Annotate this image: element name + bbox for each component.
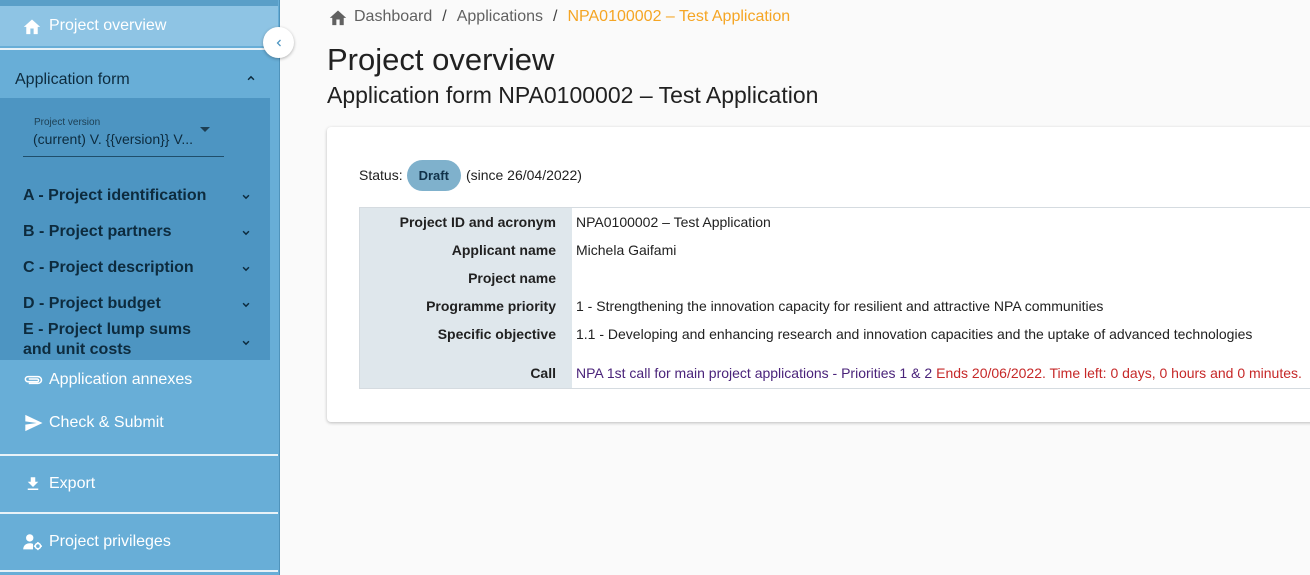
sidebar-item-label: Application form [15,71,130,88]
sidebar-item-check-submit[interactable]: Check & Submit [22,412,164,434]
applicant-value: Michela Gaifami [576,242,677,258]
sidebar-item-lump-sums[interactable]: E - Project lump sums and unit costs [23,320,263,360]
breadcrumb-separator: / [442,8,447,25]
chevron-down-icon [239,226,253,246]
sidebar-divider [0,48,278,50]
sidebar-item-label: Check & Submit [49,414,164,431]
send-icon [22,413,44,433]
sidebar-item-project-overview[interactable]: Project overview [0,6,278,46]
table-row: Project name [360,264,1310,292]
sidebar-item-project-budget[interactable]: D - Project budget [23,294,263,314]
priority-value: 1 - Strengthening the innovation capacit… [576,298,1104,314]
table-row: Call NPA 1st call for main project appli… [360,348,1310,388]
home-icon [22,16,44,36]
sidebar-item-project-identification[interactable]: A - Project identification [23,186,263,206]
page-title: Project overview [327,42,555,77]
call-label: Call [360,348,572,388]
call-link[interactable]: NPA 1st call for main project applicatio… [576,365,932,381]
sidebar-item-project-privileges[interactable]: Project privileges [22,531,171,553]
objective-label: Specific objective [360,320,572,348]
sidebar-item-label: D - Project budget [23,295,161,312]
applicant-label: Applicant name [360,236,572,264]
table-row: Specific objective 1.1 - Developing and … [360,320,1310,348]
chevron-down-icon [239,262,253,282]
user-settings-icon [22,532,44,552]
sidebar-item-project-partners[interactable]: B - Project partners [23,222,263,242]
table-row: Applicant name Michela Gaifami [360,236,1310,264]
sidebar-divider [0,512,278,514]
sidebar-item-application-form[interactable]: Application form [0,62,270,98]
sidebar: Project overview Application form Projec… [0,0,280,575]
sidebar-item-label: Project overview [49,17,167,34]
dropdown-arrow-icon [200,127,210,132]
breadcrumb-current: NPA0100002 – Test Application [567,8,791,25]
table-row: Programme priority 1 - Strengthening the… [360,292,1310,320]
project-version-value: (current) V. {{version}} V... [33,131,194,147]
sidebar-item-label: Project privileges [49,533,171,550]
download-icon [22,474,44,494]
breadcrumb: Dashboard / Applications / NPA0100002 – … [328,6,790,28]
chevron-up-icon [244,71,258,90]
sidebar-item-label: B - Project partners [23,223,172,240]
status-row: Status: Draft (since 26/04/2022) [359,159,582,191]
project-overview-card: Status: Draft (since 26/04/2022) Project… [327,127,1310,422]
status-badge: Draft [406,159,461,191]
paperclip-icon [22,370,44,390]
table-row: Project ID and acronym NPA0100002 – Test… [360,208,1310,236]
priority-label: Programme priority [360,292,572,320]
sidebar-item-label: Application annexes [49,371,193,388]
project-version-select[interactable]: Project version (current) V. {{version}}… [23,113,224,157]
sidebar-item-label: A - Project identification [23,187,207,204]
sidebar-item-label: E - Project lump sums and unit costs [23,321,192,358]
breadcrumb-applications[interactable]: Applications [457,8,543,26]
project-id-value: NPA0100002 – Test Application [576,214,771,230]
project-info-table: Project ID and acronym NPA0100002 – Test… [359,207,1310,389]
sidebar-item-label: Export [49,475,96,492]
project-name-label: Project name [360,264,572,292]
sidebar-item-label: C - Project description [23,259,194,276]
project-name-value [572,264,1310,292]
chevron-down-icon [239,336,253,356]
page-subtitle: Application form NPA0100002 – Test Appli… [327,82,819,108]
call-deadline: Ends 20/06/2022. Time left: 0 days, 0 ho… [936,365,1302,381]
sidebar-item-application-annexes[interactable]: Application annexes [22,369,192,391]
chevron-left-icon [273,37,285,49]
project-id-label: Project ID and acronym [360,208,572,236]
chevron-down-icon [239,298,253,318]
home-icon [328,8,348,26]
call-value: NPA 1st call for main project applicatio… [572,348,1310,388]
breadcrumb-separator: / [553,8,558,25]
status-since: (since 26/04/2022) [465,167,582,183]
sidebar-collapse-button[interactable] [263,27,294,58]
sidebar-divider [0,454,278,456]
sidebar-divider [0,570,278,572]
sidebar-item-export[interactable]: Export [22,473,95,495]
sidebar-item-project-description[interactable]: C - Project description [23,258,263,278]
chevron-down-icon [239,190,253,210]
objective-value: 1.1 - Developing and enhancing research … [576,326,1253,342]
status-label: Status: [359,167,403,183]
breadcrumb-dashboard[interactable]: Dashboard [354,8,432,26]
project-version-label: Project version [34,117,101,128]
